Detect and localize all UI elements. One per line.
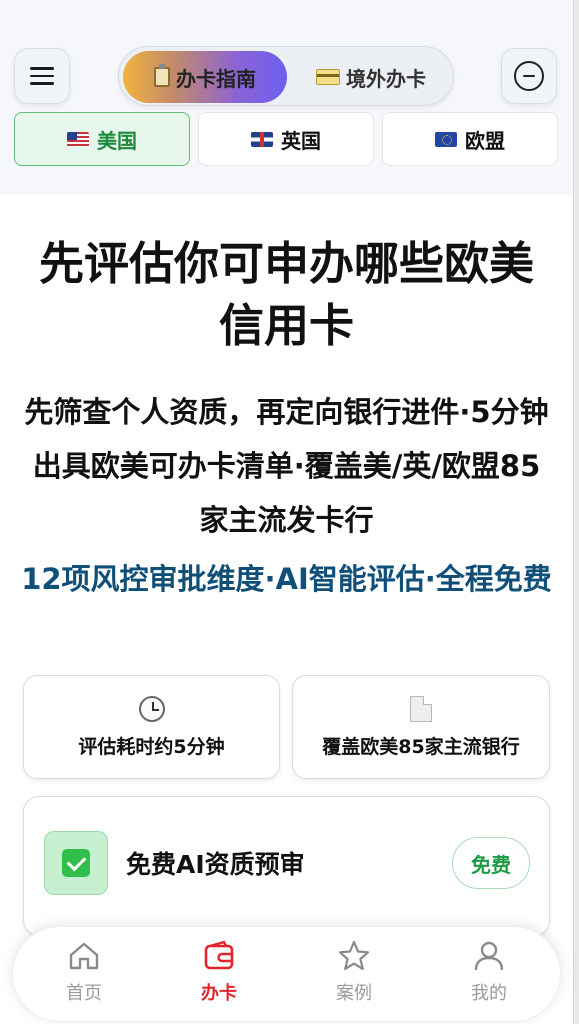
clipboard-icon: [154, 64, 170, 87]
region-tab-uk[interactable]: 英国: [198, 112, 374, 166]
checkmark-icon-box: [44, 831, 108, 895]
tab-overseas-card[interactable]: 境外办卡: [291, 51, 451, 103]
highlight-tagline: 12项风控审批维度·AI智能评估·全程免费: [21, 562, 552, 596]
uk-flag-icon: [251, 131, 273, 147]
circle-minus-icon: [514, 61, 544, 91]
nav-profile-label: 我的: [471, 983, 507, 1004]
checkmark-icon: [62, 849, 90, 877]
free-badge[interactable]: 免费: [452, 837, 530, 889]
guide-tab-switcher: 办卡指南 境外办卡: [118, 46, 454, 106]
wallet-icon: [204, 940, 234, 970]
feature-banks-label: 覆盖欧美85家主流银行: [322, 735, 520, 758]
nav-item-card[interactable]: 办卡: [164, 939, 274, 1011]
main-content: 先评估你可申办哪些欧美信用卡 先筛查个人资质，再定向银行进件·5分钟出具欧美可办…: [0, 195, 573, 936]
region-tab-uk-label: 英国: [281, 128, 321, 153]
nav-item-home[interactable]: 首页: [29, 939, 139, 1011]
feature-time-label: 评估耗时约5分钟: [78, 735, 225, 758]
nav-card-label: 办卡: [201, 983, 237, 1004]
home-icon: [69, 942, 99, 970]
nav-item-cases[interactable]: 案例: [299, 939, 409, 1011]
region-tab-us-label: 美国: [97, 128, 137, 153]
feature-card-time: 评估耗时约5分钟: [23, 675, 280, 779]
page-title: 先评估你可申办哪些欧美信用卡: [38, 237, 534, 352]
user-icon: [474, 941, 504, 971]
hamburger-icon: [30, 67, 54, 85]
document-icon: [410, 695, 432, 722]
ai-review-title: 免费AI资质预审: [126, 850, 305, 879]
eu-flag-icon: [435, 131, 457, 147]
us-flag-icon: [67, 131, 89, 147]
star-icon: [338, 940, 370, 971]
region-tab-eu-label: 欧盟: [465, 128, 505, 153]
minimize-button[interactable]: [501, 48, 557, 104]
clock-icon: [138, 695, 165, 722]
page-subtitle: 先筛查个人资质，再定向银行进件·5分钟出具欧美可办卡清单·覆盖美/英/欧盟85家…: [24, 395, 549, 537]
top-header: 办卡指南 境外办卡 美国 英国 欧盟: [0, 0, 573, 195]
region-tab-us[interactable]: 美国: [14, 112, 190, 166]
credit-card-icon: [316, 69, 340, 85]
tab-card-guide[interactable]: 办卡指南: [123, 51, 287, 103]
ai-review-card[interactable]: 免费AI资质预审 免费: [23, 796, 550, 936]
menu-button[interactable]: [14, 48, 70, 104]
bottom-navigation: 首页 办卡 案例 我的: [12, 926, 561, 1022]
nav-cases-label: 案例: [336, 983, 372, 1004]
region-tab-eu[interactable]: 欧盟: [382, 112, 558, 166]
tab-card-guide-label: 办卡指南: [176, 66, 256, 91]
tab-overseas-card-label: 境外办卡: [346, 66, 426, 91]
nav-item-profile[interactable]: 我的: [434, 939, 544, 1011]
nav-home-label: 首页: [66, 983, 102, 1004]
window-scroll-edge: [573, 0, 579, 1024]
feature-card-banks: 覆盖欧美85家主流银行: [292, 675, 550, 779]
